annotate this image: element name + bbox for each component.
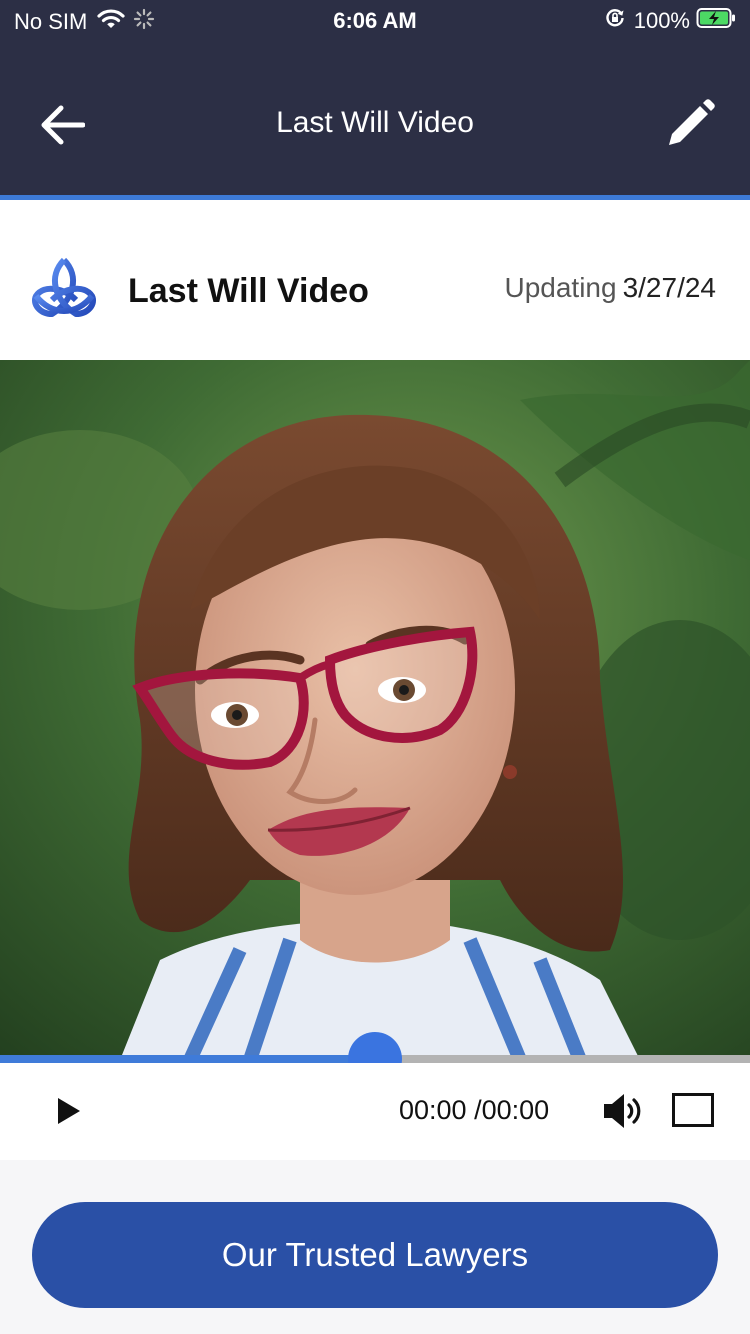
current-time: 00:00 (399, 1095, 467, 1125)
updating-label: Updating (504, 272, 617, 303)
status-bar: No SIM 6:06 AM 100% (0, 0, 750, 42)
pencil-icon (669, 99, 715, 145)
progress-fill (0, 1055, 375, 1063)
time-display: 00:00 /00:00 (399, 1095, 549, 1126)
footer: Our Trusted Lawyers (0, 1160, 750, 1334)
volume-button[interactable] (600, 1089, 646, 1133)
play-icon (58, 1098, 80, 1124)
update-date: 3/27/24 (622, 272, 716, 303)
triquetra-logo-icon (30, 256, 98, 320)
battery-percent: 100% (633, 8, 690, 33)
arrow-left-icon (41, 105, 85, 145)
fullscreen-icon[interactable] (672, 1093, 714, 1127)
top-bar: No SIM 6:06 AM 100% Last Will Video (0, 0, 750, 195)
video-player[interactable] (0, 360, 750, 1060)
video-title: Last Will Video (128, 272, 369, 310)
back-button[interactable] (32, 98, 92, 152)
trusted-lawyers-button[interactable]: Our Trusted Lawyers (32, 1202, 718, 1308)
play-button[interactable] (46, 1089, 90, 1133)
status-right: 100% (604, 7, 736, 35)
video-header: Last Will Video Updating 3/27/24 (0, 200, 750, 360)
edit-button[interactable] (660, 94, 720, 154)
total-time: 00:00 (481, 1095, 550, 1125)
time-separator: / (474, 1095, 482, 1125)
update-status: Updating 3/27/24 (504, 272, 716, 304)
orientation-lock-icon (604, 7, 626, 35)
nav-title: Last Will Video (276, 106, 474, 139)
video-controls: 00:00 /00:00 (0, 1063, 750, 1160)
volume-icon (604, 1094, 641, 1128)
portrait-photo (0, 360, 750, 1060)
battery-charging-icon (696, 7, 736, 35)
